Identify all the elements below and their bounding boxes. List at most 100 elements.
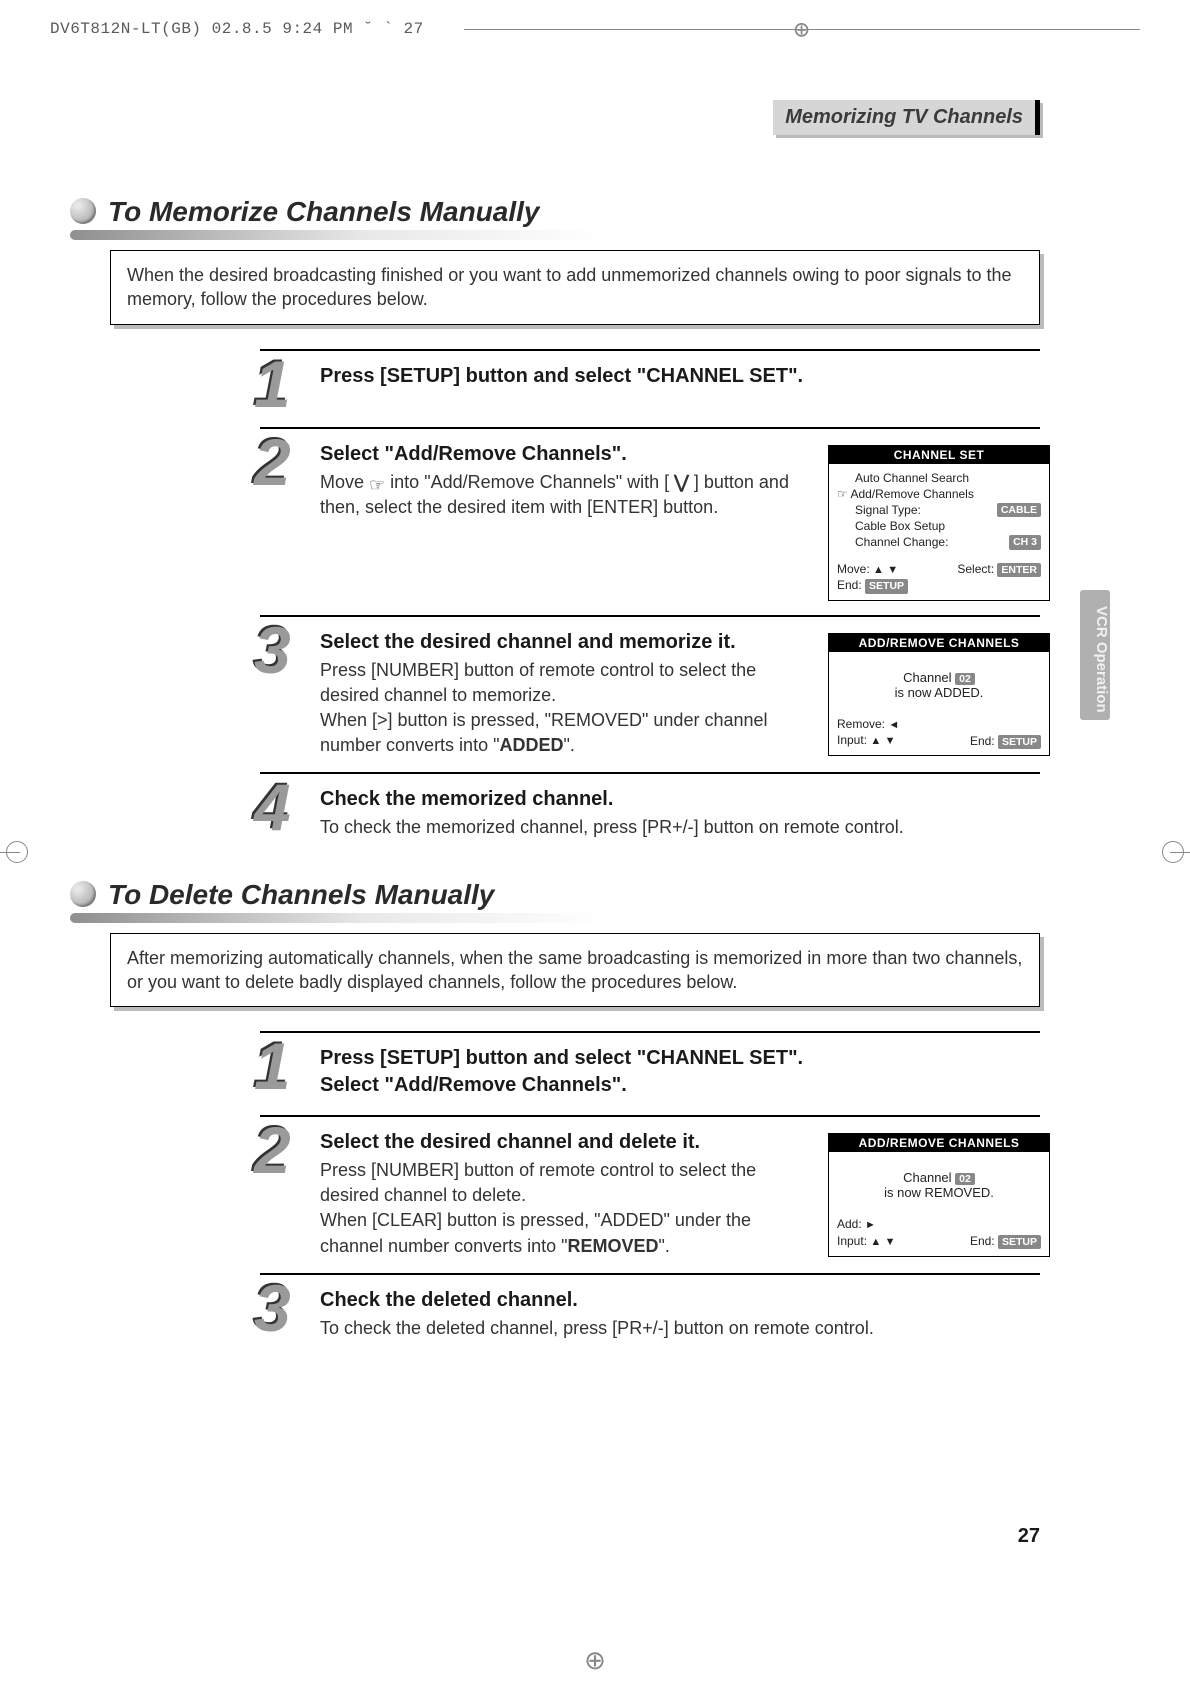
step-title: Select "Add/Remove Channels".: [320, 443, 812, 466]
step-body: When [CLEAR] button is pressed, "ADDED" …: [320, 1208, 812, 1258]
osd-pill: SETUP: [865, 579, 908, 593]
osd-pill: CH 3: [1009, 535, 1041, 549]
osd-add-remove: ADD/REMOVE CHANNELS Channel 02 is now AD…: [828, 633, 1050, 757]
osd-foot-label: End:: [970, 734, 995, 748]
osd-foot-label: Remove:: [837, 717, 885, 731]
step-title: Select "Add/Remove Channels".: [320, 1074, 1040, 1097]
osd-pill: CABLE: [997, 503, 1041, 517]
body-text-bold: REMOVED: [568, 1236, 659, 1256]
osd-title: CHANNEL SET: [829, 446, 1049, 464]
osd-footer-row: Add: ►: [837, 1216, 1041, 1233]
body-text: into "Add/Remove Channels" with [: [385, 472, 674, 492]
osd-foot-label: End:: [837, 578, 862, 592]
osd-pill: SETUP: [998, 735, 1041, 749]
step-body: Press [NUMBER] button of remote control …: [320, 1158, 812, 1208]
pointing-hand-icon: ☞: [837, 487, 850, 501]
step-number: 3: [254, 617, 291, 683]
osd-row: Channel Change: CH 3: [837, 534, 1041, 550]
up-triangle-icon: ▲: [870, 735, 881, 747]
osd-label: Auto Channel Search: [855, 470, 969, 486]
osd-msg-text: is now REMOVED.: [833, 1185, 1045, 1200]
osd-msg-text: is now ADDED.: [833, 685, 1045, 700]
osd-channel-set: CHANNEL SET Auto Channel Search ☞ Add/Re…: [828, 445, 1050, 601]
osd-title: ADD/REMOVE CHANNELS: [829, 1134, 1049, 1152]
skip-back-icon: ◄: [888, 719, 899, 731]
osd-foot-label: Select:: [957, 562, 994, 576]
section-title: To Delete Channels Manually: [70, 879, 1040, 911]
osd-add-remove: ADD/REMOVE CHANNELS Channel 02 is now RE…: [828, 1133, 1050, 1257]
section-heading-memorize: To Memorize Channels Manually: [70, 196, 1040, 240]
step-number: 1: [254, 1033, 291, 1099]
step: 3 Select the desired channel and memoriz…: [260, 615, 1040, 773]
side-tab: VCR Operation: [1080, 590, 1110, 720]
body-text-bold: ADDED: [499, 735, 563, 755]
register-line: ⊕: [464, 29, 1140, 30]
osd-footer-row: Remove: ◄: [837, 716, 1041, 733]
intro-box-memorize: When the desired broadcasting finished o…: [110, 250, 1040, 325]
register-mark-bottom-icon: ⊕: [584, 1645, 606, 1676]
osd-message: Channel 02 is now ADDED.: [829, 652, 1049, 712]
step-body: Press [NUMBER] button of remote control …: [320, 658, 812, 708]
gradient-bar-icon: [70, 230, 604, 240]
down-triangle-icon: ▼: [885, 735, 896, 747]
osd-label: Channel Change:: [855, 534, 948, 550]
step-body: To check the deleted channel, press [PR+…: [320, 1316, 1040, 1341]
osd-msg-text: Channel: [903, 670, 955, 685]
osd-pill: 02: [955, 1173, 975, 1185]
step-number: 2: [254, 429, 291, 495]
bullet-sphere-icon: [70, 198, 96, 224]
page-content: Memorizing TV Channels To Memorize Chann…: [70, 100, 1040, 1584]
osd-pill: SETUP: [998, 1235, 1041, 1249]
step-body: When [>] button is pressed, "REMOVED" un…: [320, 708, 812, 758]
section-title: To Memorize Channels Manually: [70, 196, 1040, 228]
step-title: Press [SETUP] button and select "CHANNEL…: [320, 365, 1040, 388]
body-text: When [CLEAR] button is pressed, "ADDED" …: [320, 1210, 751, 1255]
step-number: 2: [254, 1117, 291, 1183]
step: 4 Check the memorized channel. To check …: [260, 772, 1040, 854]
bullet-sphere-icon: [70, 881, 96, 907]
osd-foot-label: Move:: [837, 562, 870, 576]
osd-footer-row: End: SETUP: [837, 577, 1041, 593]
osd-row: Cable Box Setup: [837, 518, 1041, 534]
step-body: Move ☞ into "Add/Remove Channels" with […: [320, 470, 812, 520]
step-number: 4: [254, 774, 291, 840]
body-text: Move: [320, 472, 369, 492]
down-arrow-icon: ⋁: [674, 472, 689, 492]
osd-footer-row: Move: ▲ ▼ Select: ENTER: [837, 561, 1041, 578]
step: 1 Press [SETUP] button and select "CHANN…: [260, 1031, 1040, 1115]
osd-foot-label: Input:: [837, 1234, 867, 1248]
step: 2 Select "Add/Remove Channels". Move ☞ i…: [260, 427, 1040, 615]
osd-message: Channel 02 is now REMOVED.: [829, 1152, 1049, 1212]
osd-foot-label: Add:: [837, 1217, 862, 1231]
page-sheet: DV6T812N-LT(GB) 02.8.5 9:24 PM ˘ ` 27 ⊕ …: [0, 0, 1190, 1704]
step-number: 3: [254, 1275, 291, 1341]
prepress-text: DV6T812N-LT(GB) 02.8.5 9:24 PM ˘ ` 27: [50, 20, 424, 38]
osd-row: Auto Channel Search: [837, 470, 1041, 486]
up-triangle-icon: ▲: [873, 564, 884, 576]
osd-row: Signal Type: CABLE: [837, 502, 1041, 518]
down-triangle-icon: ▼: [885, 1236, 896, 1248]
osd-foot-label: End:: [970, 1234, 995, 1248]
osd-footer-row: Input: ▲ ▼ End: SETUP: [837, 732, 1041, 749]
down-triangle-icon: ▼: [887, 564, 898, 576]
body-text: ".: [659, 1236, 670, 1256]
step-title: Check the memorized channel.: [320, 788, 1040, 811]
prepress-header: DV6T812N-LT(GB) 02.8.5 9:24 PM ˘ ` 27 ⊕: [50, 20, 1140, 38]
body-text: ".: [564, 735, 575, 755]
steps-memorize: 1 Press [SETUP] button and select "CHANN…: [260, 349, 1040, 855]
step-title: Select the desired channel and memorize …: [320, 631, 812, 654]
osd-label: Signal Type:: [855, 502, 921, 518]
trim-circle-left-icon: [6, 841, 28, 863]
step-title: Check the deleted channel.: [320, 1289, 1040, 1312]
osd-footer-row: Input: ▲ ▼ End: SETUP: [837, 1233, 1041, 1250]
step: 3 Check the deleted channel. To check th…: [260, 1273, 1040, 1355]
osd-label: Add/Remove Channels: [850, 487, 973, 501]
osd-title: ADD/REMOVE CHANNELS: [829, 634, 1049, 652]
page-number: 27: [1018, 1525, 1040, 1548]
step-title: Press [SETUP] button and select "CHANNEL…: [320, 1047, 1040, 1070]
osd-msg-text: Channel: [903, 1170, 955, 1185]
step-body: To check the memorized channel, press [P…: [320, 815, 1040, 840]
step-title: Select the desired channel and delete it…: [320, 1131, 812, 1154]
step: 1 Press [SETUP] button and select "CHANN…: [260, 349, 1040, 427]
osd-pill: 02: [955, 673, 975, 685]
